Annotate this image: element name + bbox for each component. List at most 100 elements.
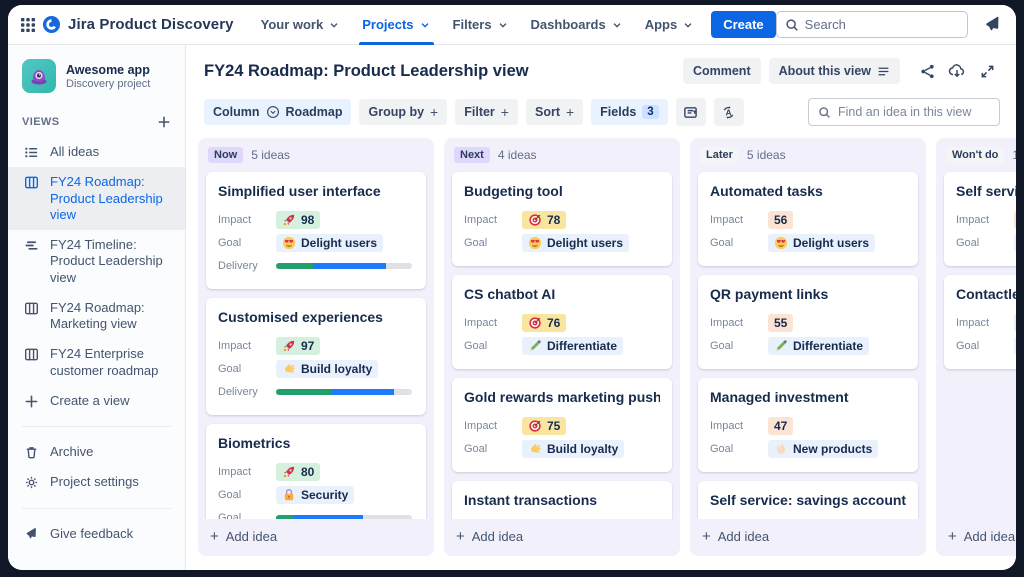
card-field-row: Goal Differentiate: [464, 334, 660, 357]
idea-card[interactable]: Self service: savings accountsImpact46Go…: [698, 481, 918, 519]
column-count: 5 ideas: [746, 148, 786, 162]
chip-text: 98: [301, 212, 315, 227]
sidebar-item-give-feedback[interactable]: Give feedback: [8, 519, 185, 552]
target-icon: [528, 213, 542, 227]
chip-text: Differentiate: [547, 338, 618, 353]
column-badge: Now: [208, 147, 244, 163]
idea-card[interactable]: Gold rewards marketing push Impact 75 Goal B…: [452, 378, 672, 472]
fields-label: Fields: [600, 105, 637, 119]
export-cloud-icon[interactable]: [944, 58, 970, 84]
view-item-label: FY24 Timeline: Product Leadership view: [50, 237, 163, 285]
board-column-now: Now 5 ideas Simplified user interface Impac…: [198, 138, 434, 556]
fields-button[interactable]: Fields 3: [591, 99, 668, 125]
sidebar-item-view-5[interactable]: Create a view: [8, 386, 185, 416]
find-idea-input[interactable]: [838, 105, 990, 119]
sidebar-item-view-4[interactable]: FY24 Enterprise customer roadmap: [8, 339, 185, 386]
idea-card[interactable]: QR payment links Impact 55 Goal Differentiat…: [698, 275, 918, 369]
card-field-row: Goal Differentiate: [956, 231, 1016, 254]
card-field-row: Goal Delight users: [710, 231, 906, 254]
sidebar-item-view-0[interactable]: All ideas: [8, 137, 185, 167]
idea-card[interactable]: Budgeting tool Impact 78 Goal Delight users: [452, 172, 672, 266]
chevron-down-icon: [682, 19, 694, 31]
field-value-chip: Build loyalty: [522, 439, 625, 458]
view-toolbar: Column Roadmap Group by + Filter + Sort + F…: [186, 90, 1016, 134]
heart-eyes-icon: [282, 236, 296, 250]
comment-button[interactable]: Comment: [682, 58, 761, 84]
idea-card[interactable]: CS chatbot AI Impact 76 Goal Differentiate: [452, 275, 672, 369]
svg-text:A: A: [726, 107, 732, 117]
plus-icon: [24, 394, 40, 409]
column-cards: Budgeting tool Impact 78 Goal Delight users C…: [444, 170, 680, 519]
field-label: Goal: [464, 236, 488, 249]
chip-text: 47: [774, 418, 788, 433]
column-count: 5 ideas: [251, 148, 290, 162]
filter-label: Filter: [464, 105, 495, 119]
sidebar-item-view-1[interactable]: FY24 Roadmap: Product Leadership view: [8, 167, 185, 230]
card-size-icon[interactable]: [675, 98, 706, 126]
nav-item-apps[interactable]: Apps: [636, 5, 704, 45]
search-input[interactable]: [804, 17, 959, 32]
field-value-chip: Differentiate: [768, 336, 870, 355]
nav-item-your-work[interactable]: Your work: [252, 5, 350, 45]
add-idea-label: Add idea: [717, 529, 770, 544]
idea-card[interactable]: Customised experiences Impact 97 Goal Build …: [206, 298, 426, 415]
idea-card[interactable]: Instant transactionsImpact70GoalDelight …: [452, 481, 672, 519]
field-label: Goal: [218, 511, 242, 520]
view-item-label: FY24 Roadmap: Marketing view: [50, 299, 145, 331]
idea-card[interactable]: Contactless Impact 30 Goal: [944, 275, 1016, 369]
group-by-button[interactable]: Group by +: [359, 99, 448, 125]
column-config-button[interactable]: Column Roadmap: [204, 99, 352, 125]
filter-button[interactable]: Filter +: [455, 99, 518, 125]
nav-item-dashboards[interactable]: Dashboards: [522, 5, 632, 45]
sidebar-item-view-3[interactable]: FY24 Roadmap: Marketing view: [8, 293, 185, 340]
global-search[interactable]: [775, 11, 968, 38]
auto-format-icon[interactable]: A: [713, 98, 744, 126]
column-count: 4 ideas: [497, 148, 537, 162]
field-value-chip: 30: [1014, 313, 1016, 332]
nav-item-label: Dashboards: [530, 17, 606, 32]
share-icon[interactable]: [914, 58, 940, 84]
add-idea-button[interactable]: + Add idea: [198, 519, 434, 556]
app-switcher-icon[interactable]: [20, 11, 36, 39]
about-view-button[interactable]: About this view: [768, 58, 900, 84]
sidebar-item-project-settings[interactable]: Project settings: [8, 467, 185, 497]
comment-label: Comment: [692, 64, 751, 78]
field-value-chip: [1014, 336, 1016, 355]
fullscreen-icon[interactable]: [974, 58, 1000, 84]
brand[interactable]: Jira Product Discovery: [42, 15, 234, 34]
plus-icon: +: [210, 528, 219, 545]
sidebar-item-label: Project settings: [50, 474, 139, 490]
idea-card[interactable]: Managed investment Impact 47 Goal New produc…: [698, 378, 918, 472]
nav-item-projects[interactable]: Projects: [353, 5, 439, 45]
lock-icon: [282, 488, 296, 502]
field-label: Impact: [464, 419, 498, 432]
column-cards: Simplified user interface Impact 98 Goal Del…: [198, 170, 434, 519]
field-label: Impact: [218, 339, 252, 352]
add-idea-button[interactable]: + Add idea: [444, 519, 680, 556]
delivery-progress-bar: [276, 388, 412, 395]
nav-item-filters[interactable]: Filters: [444, 5, 518, 45]
card-field-row: Impact 55: [710, 311, 906, 334]
announcements-icon[interactable]: [980, 12, 1006, 38]
column-header: Later 5 ideas: [690, 138, 926, 170]
field-value-chip: 97: [276, 336, 321, 355]
sidebar-item-archive[interactable]: Archive: [8, 437, 185, 467]
create-button[interactable]: Create: [711, 11, 776, 38]
field-label: Impact: [956, 213, 990, 226]
add-view-icon[interactable]: [157, 115, 171, 129]
find-idea-search[interactable]: [808, 98, 1000, 126]
idea-card[interactable]: Automated tasks Impact 56 Goal Delight users: [698, 172, 918, 266]
card-field-row: Goal New products: [710, 437, 906, 460]
sidebar-item-view-2[interactable]: FY24 Timeline: Product Leadership view: [8, 230, 185, 293]
add-idea-button[interactable]: + Add idea: [690, 519, 926, 556]
field-label: Impact: [710, 419, 744, 432]
view-title: FY24 Roadmap: Product Leadership view: [204, 61, 529, 80]
idea-card[interactable]: Self service: Impact 36 Goal Differentiate: [944, 172, 1016, 266]
card-title: Self service:: [956, 183, 1016, 199]
sort-button[interactable]: Sort +: [525, 99, 584, 125]
field-label: Impact: [464, 316, 498, 329]
idea-card[interactable]: Simplified user interface Impact 98 Goal Del…: [206, 172, 426, 289]
add-idea-button[interactable]: + Add idea: [936, 519, 1016, 556]
project-header[interactable]: Awesome app Discovery project: [8, 59, 185, 97]
idea-card[interactable]: Biometrics Impact 80 Goal Security Goal: [206, 424, 426, 519]
